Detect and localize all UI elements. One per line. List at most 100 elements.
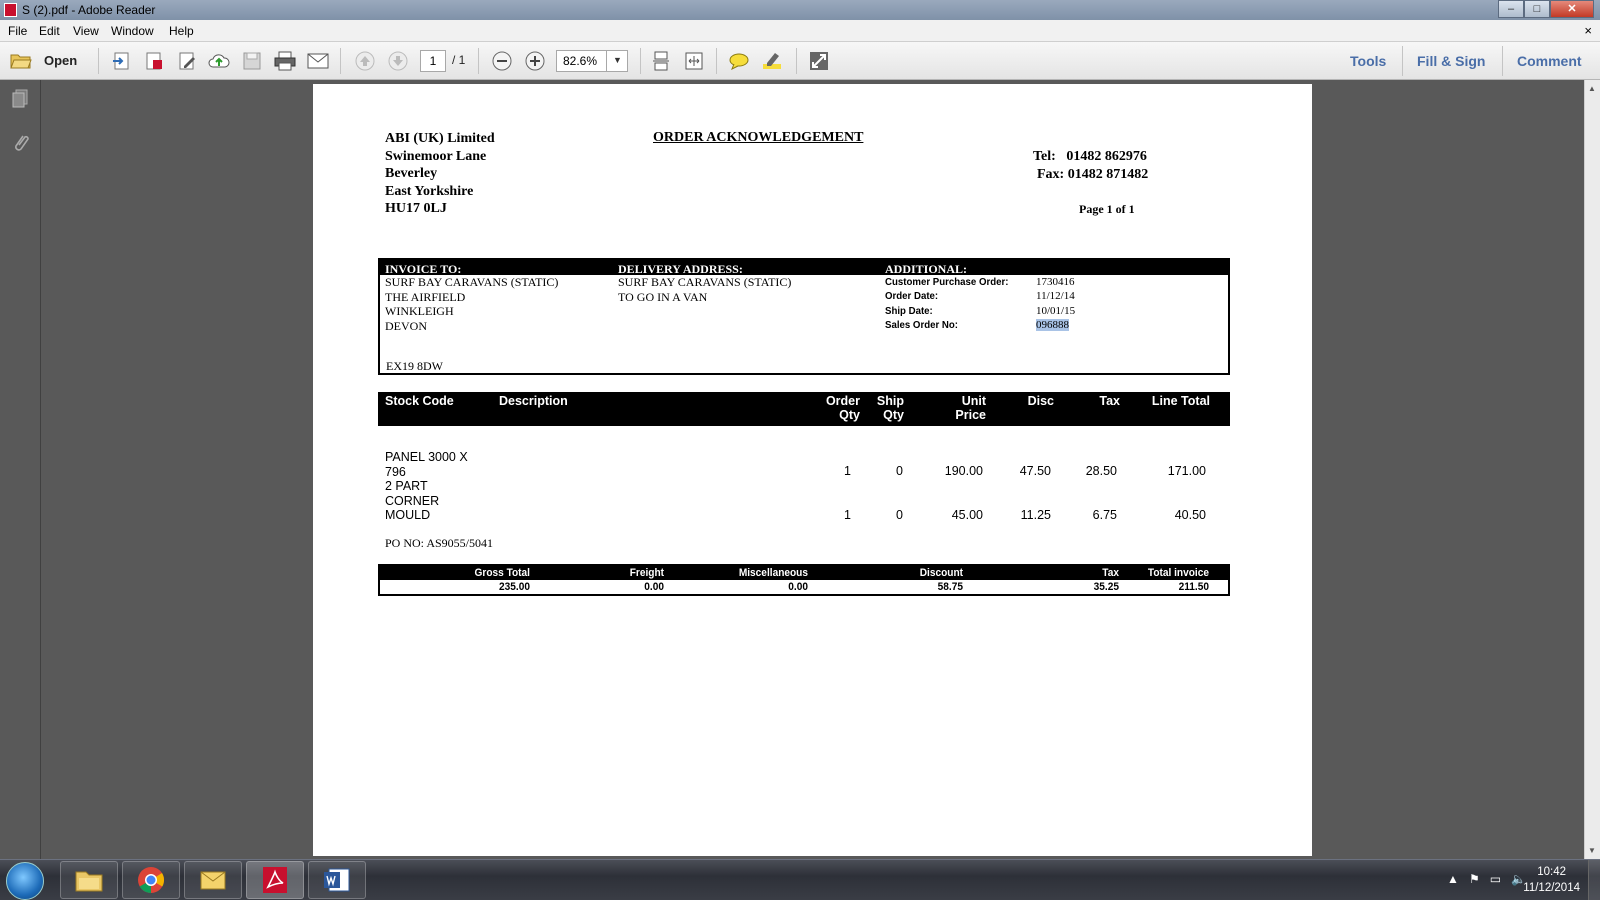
page-total: / 1 (452, 53, 466, 67)
open-folder-icon[interactable] (10, 50, 32, 72)
page-number-input[interactable]: 1 (420, 50, 446, 72)
freight-value: 0.00 (644, 581, 664, 593)
unit-price-cell: 45.00 (951, 508, 983, 522)
file-explorer-icon[interactable] (60, 861, 118, 899)
clock[interactable]: 10:42 11/12/2014 (1523, 864, 1580, 896)
create-pdf-icon[interactable] (110, 50, 132, 72)
zoom-out-icon[interactable] (491, 50, 513, 72)
previous-page-icon[interactable] (354, 50, 376, 72)
highlight-icon[interactable] (761, 50, 783, 72)
col-unit-price: Unit Price (938, 394, 986, 422)
invoice-to-postcode: EX19 8DW (386, 359, 443, 373)
upload-cloud-icon[interactable] (208, 50, 230, 72)
toolbar-separator (1502, 46, 1503, 76)
title-bar: S (2).pdf - Adobe Reader – □ ✕ (0, 0, 1600, 20)
maximize-button[interactable]: □ (1524, 0, 1550, 18)
menu-view[interactable]: View (73, 24, 99, 38)
gross-total-label: Gross Total (474, 567, 530, 579)
table-row-stock-code: 2 PART CORNER MOULD (385, 479, 439, 523)
word-icon[interactable] (308, 861, 366, 899)
scroll-up-icon[interactable]: ▲ (1588, 84, 1596, 93)
ship-qty-cell: 0 (896, 508, 903, 522)
next-page-icon[interactable] (387, 50, 409, 72)
sticky-note-icon[interactable] (728, 50, 750, 72)
toolbar-separator (340, 48, 341, 74)
scroll-down-icon[interactable]: ▼ (1588, 846, 1596, 855)
tax-label: Tax (1102, 567, 1119, 579)
address-line: THE AIRFIELD (385, 289, 466, 304)
ship-date-value: 10/01/15 (1036, 305, 1076, 317)
zoom-in-icon[interactable] (524, 50, 546, 72)
po-number: PO NO: AS9055/5041 (385, 536, 494, 550)
close-button[interactable]: ✕ (1550, 0, 1594, 18)
start-button[interactable] (6, 862, 44, 900)
menu-edit[interactable]: Edit (39, 24, 60, 38)
items-table-header: Stock Code Description Order Qty Ship Qt… (378, 392, 1230, 426)
minimize-button[interactable]: – (1498, 0, 1524, 18)
network-icon[interactable]: ▭ (1490, 872, 1501, 886)
fit-page-icon[interactable] (683, 50, 705, 72)
print-icon[interactable] (274, 50, 296, 72)
chrome-icon[interactable] (122, 861, 180, 899)
fill-sign-button[interactable]: Fill & Sign (1417, 53, 1485, 69)
discount-value: 58.75 (937, 581, 963, 593)
col-stock-code: Stock Code (385, 394, 454, 408)
taskbar: ▲ ⚑ ▭ 🔈 10:42 11/12/2014 (0, 859, 1600, 900)
vertical-scrollbar[interactable]: ▲ ▼ (1584, 80, 1600, 859)
toolbar-separator (98, 48, 99, 74)
stock-code-line: PANEL 3000 X (385, 450, 468, 464)
page-thumbnails-icon[interactable] (9, 88, 31, 110)
window-controls: – □ ✕ (1498, 0, 1594, 18)
address-line: DEVON (385, 318, 427, 333)
action-center-flag-icon[interactable]: ⚑ (1469, 872, 1480, 886)
disc-cell: 11.25 (1020, 508, 1051, 522)
line-total-cell: 171.00 (1167, 464, 1206, 478)
show-hidden-icons-icon[interactable]: ▲ (1447, 872, 1459, 886)
col-description: Description (499, 394, 568, 408)
clock-time: 10:42 (1537, 866, 1567, 878)
delivery-address: SURF BAY CARAVANS (STATIC) TO GO IN A VA… (618, 275, 791, 304)
menu-bar: File Edit View Window Help × (0, 20, 1600, 42)
toolbar-separator (716, 48, 717, 74)
company-address-line: Swinemoor Lane (385, 148, 487, 164)
order-qty-cell: 1 (844, 464, 851, 478)
email-icon[interactable] (307, 50, 329, 72)
tools-button[interactable]: Tools (1350, 53, 1386, 69)
pdf-page: ABI (UK) Limited Swinemoor Lane Beverley… (313, 84, 1312, 856)
telephone: Tel: 01482 862976 (1033, 149, 1147, 164)
comment-button[interactable]: Comment (1517, 53, 1582, 69)
outlook-icon[interactable] (184, 861, 242, 899)
chevron-down-icon[interactable]: ▼ (606, 50, 628, 72)
menu-window[interactable]: Window (111, 24, 154, 38)
attachments-icon[interactable] (9, 132, 31, 154)
save-icon[interactable] (241, 50, 263, 72)
address-line: WINKLEIGH (385, 304, 454, 318)
adobe-reader-taskbar-icon[interactable] (246, 861, 304, 899)
menu-file[interactable]: File (8, 24, 27, 38)
scrolling-mode-icon[interactable] (650, 50, 672, 72)
col-tax: Tax (1099, 394, 1120, 408)
menu-help[interactable]: Help (169, 24, 194, 38)
edit-pdf-icon[interactable] (176, 50, 198, 72)
ship-qty-cell: 0 (896, 464, 903, 478)
close-document-button[interactable]: × (1584, 23, 1592, 38)
col-unit-price-line: Price (955, 408, 986, 422)
stock-code-line: 2 PART (385, 479, 428, 493)
sales-order-value[interactable]: 096888 (1036, 319, 1069, 331)
totals-box: Gross Total Freight Miscellaneous Discou… (378, 564, 1230, 596)
col-line-total: Line Total (1151, 394, 1210, 408)
document-title: ORDER ACKNOWLEDGEMENT (653, 130, 864, 145)
full-screen-icon[interactable] (808, 50, 830, 72)
order-qty-cell: 1 (844, 508, 851, 522)
document-viewport[interactable]: ABI (UK) Limited Swinemoor Lane Beverley… (41, 80, 1584, 859)
export-pdf-icon[interactable] (143, 50, 165, 72)
col-unit-price-line: Unit (961, 394, 986, 408)
customer-po-value: 1730416 (1036, 276, 1075, 288)
show-desktop-button[interactable] (1588, 860, 1600, 900)
tax-cell: 28.50 (1085, 464, 1117, 478)
misc-value: 0.00 (788, 581, 808, 593)
unit-price-cell: 190.00 (944, 464, 983, 478)
open-button[interactable]: Open (44, 53, 77, 68)
table-row-stock-code: PANEL 3000 X 796 (385, 450, 468, 479)
address-header: INVOICE TO: DELIVERY ADDRESS: ADDITIONAL… (380, 260, 1228, 276)
